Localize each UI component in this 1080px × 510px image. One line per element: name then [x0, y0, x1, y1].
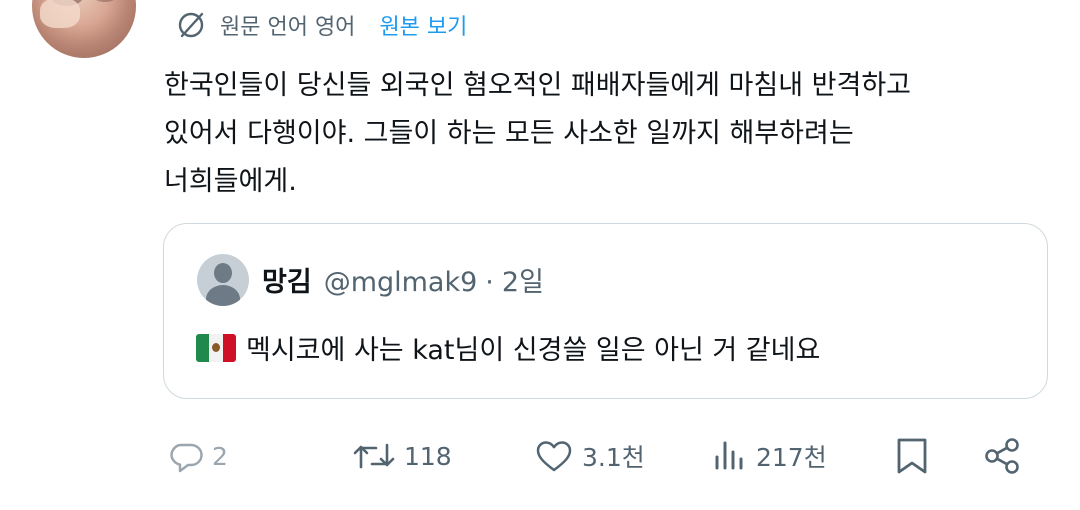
views-icon [712, 438, 748, 474]
avatar-detail [40, 0, 80, 28]
default-avatar-body [206, 285, 240, 306]
quoted-author-handle[interactable]: @mglmak9 [324, 267, 478, 298]
default-avatar-head [214, 263, 232, 283]
tweet-action-bar: 2 118 3.1천 217천 [0, 428, 1080, 484]
views-button[interactable]: 217천 [712, 428, 827, 484]
quoted-tweet-text: 멕시코에 사는 kat님이 신경쓸 일은 아닌 거 같네요 [246, 335, 821, 366]
translation-label: 원문 언어 영어 [220, 15, 356, 40]
show-original-link[interactable]: 원본 보기 [379, 9, 467, 41]
bookmark-button[interactable] [894, 428, 930, 484]
tweet-text: 한국인들이 당신들 외국인 혐오적인 패배자들에게 마침내 반격하고 있어서 다… [164, 70, 912, 197]
author-avatar[interactable] [32, 0, 136, 58]
avatar-detail [90, 0, 120, 2]
like-icon [534, 438, 574, 474]
quoted-tweet-header: 망김 @mglmak9 · 2일 [262, 260, 544, 299]
like-button[interactable]: 3.1천 [534, 428, 645, 484]
quoted-tweet-time[interactable]: 2일 [502, 260, 544, 299]
mexico-flag-icon [196, 333, 236, 362]
bookmark-icon [894, 436, 930, 476]
translation-bar: 원문 언어 영어 원본 보기 [176, 8, 467, 42]
reply-button[interactable]: 2 [168, 428, 228, 484]
quoted-author-avatar[interactable] [197, 254, 249, 306]
quoted-tweet-card[interactable]: 망김 @mglmak9 · 2일 멕시코에 사는 kat님이 신경쓸 일은 아닌… [163, 223, 1048, 399]
share-button[interactable] [982, 428, 1022, 484]
like-count: 3.1천 [582, 443, 645, 472]
globe-icon [176, 10, 206, 40]
separator-dot: · [485, 267, 494, 298]
reply-icon [168, 438, 204, 474]
retweet-icon [352, 438, 396, 474]
quoted-author-name[interactable]: 망김 [262, 260, 312, 299]
retweet-button[interactable]: 118 [352, 428, 452, 484]
retweet-count: 118 [404, 441, 452, 471]
reply-count: 2 [212, 441, 228, 471]
quoted-tweet-body: 멕시코에 사는 kat님이 신경쓸 일은 아닌 거 같네요 [196, 328, 820, 367]
views-count: 217천 [756, 443, 827, 472]
share-icon [982, 436, 1022, 476]
